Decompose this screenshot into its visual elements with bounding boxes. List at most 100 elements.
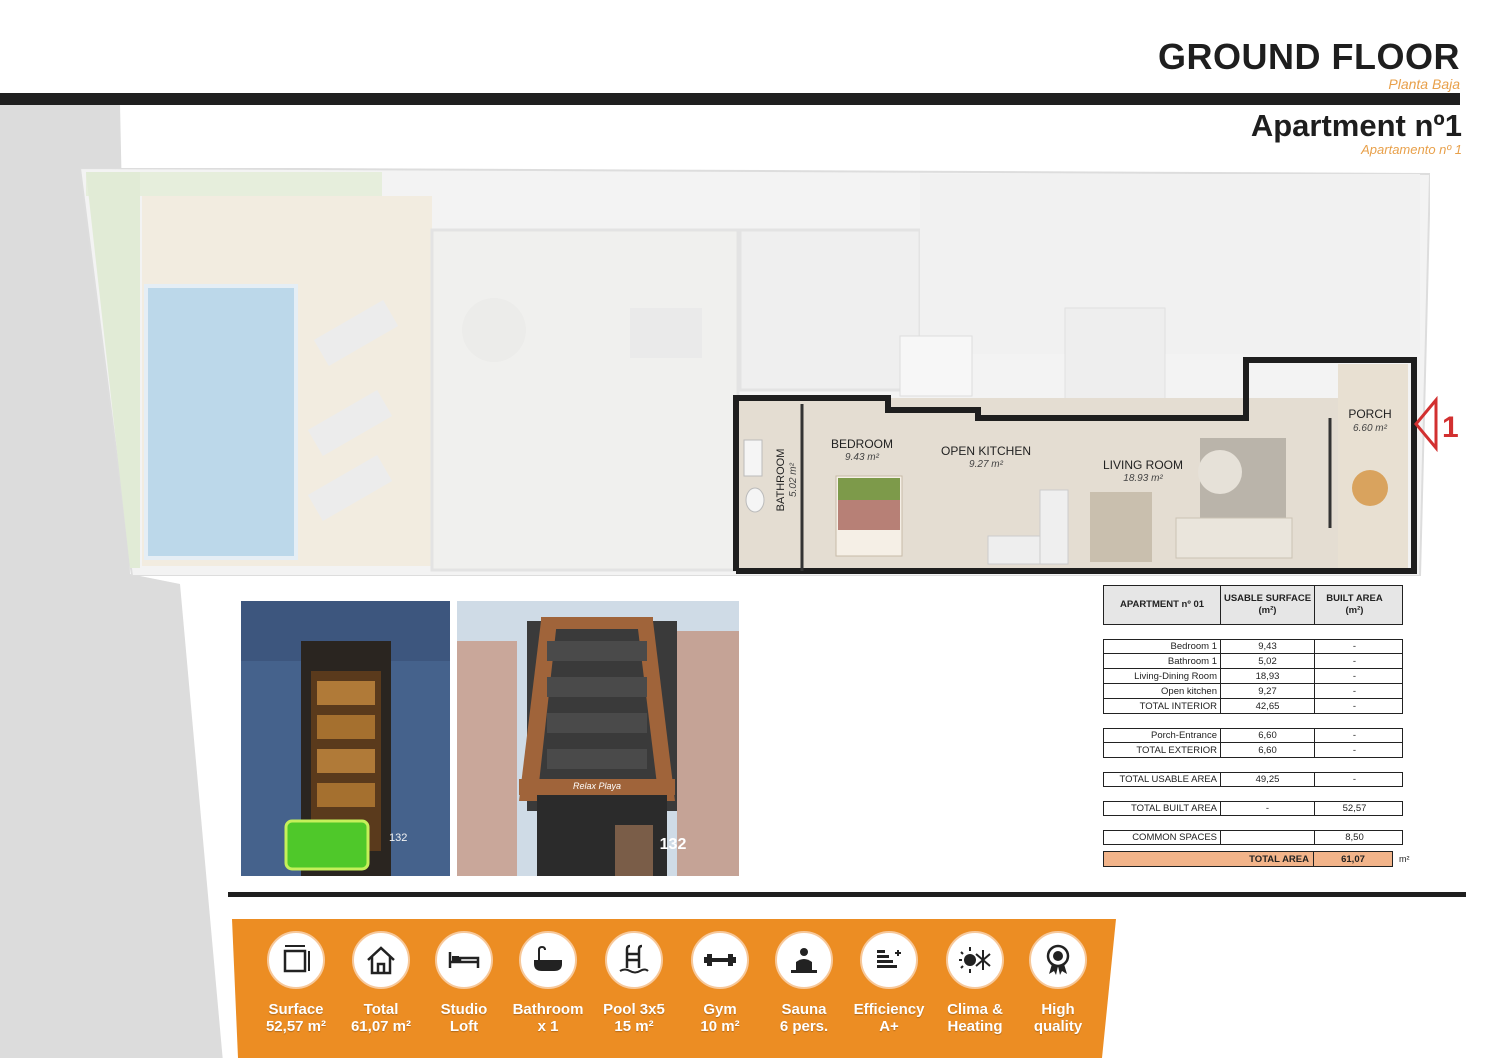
table-row-common-spaces: COMMON SPACES 8,50 [1103,830,1403,845]
feature-studio: Studio Loft [419,931,509,1035]
row-label: TOTAL BUILT AREA [1104,802,1221,815]
building-day-photo: Relax Playa 132 [457,601,739,876]
table-row-total-exterior: TOTAL EXTERIOR 6,60 - [1103,743,1403,758]
row-usable: 6,60 [1221,743,1315,757]
row-built: - [1352,700,1357,712]
row-built: 52,57 [1342,803,1367,814]
floor-title-block: GROUND FLOOR Planta Baja [1158,36,1460,92]
row-usable: 9,43 [1221,640,1315,653]
features-bar: Surface 52,57 m² Total 61,07 m² Studio Loft… [232,919,1116,1058]
row-built: 8,50 [1345,832,1364,843]
day-render-sign: Relax Playa [573,781,621,791]
feature-bathroom: Bathroom x 1 [503,931,593,1035]
row-usable: 6,60 [1221,729,1315,742]
feature-gym-value: 10 m² [700,1018,740,1035]
row-built: - [1352,730,1357,741]
feature-efficiency: Efficiency A+ [844,931,934,1035]
row-built: - [1352,744,1357,756]
apartment-title: Apartment nº1 [1250,108,1462,143]
feature-total-value: 61,07 m² [350,1018,412,1035]
total-area-value: 61,07 [1314,851,1393,867]
climate-icon [959,947,991,973]
feature-pool-title: Pool 3x5 [603,1001,665,1018]
house-icon [367,946,395,975]
feature-pool-value: 15 m² [614,1018,654,1035]
area-table-header: APARTMENT nº 01 USABLE SURFACE (m²) BUIL… [1103,585,1403,625]
feature-gym-title: Gym [703,1001,737,1018]
room-label-porch: PORCH [1348,407,1391,421]
apartment-subtitle: Apartamento nº 1 [1361,142,1462,157]
feature-bathroom-value: x 1 [537,1018,559,1035]
table-row-total-area: TOTAL AREA 61,07 m² [1103,851,1410,867]
floor-subtitle: Planta Baja [1388,76,1460,92]
row-label: TOTAL EXTERIOR [1104,743,1221,757]
area-table: APARTMENT nº 01 USABLE SURFACE (m²) BUIL… [1103,585,1410,867]
table-row: Living-Dining Room 18,93 - [1103,669,1403,684]
day-render-number: 132 [660,836,687,853]
efficiency-icon [877,950,901,968]
feature-surface-title: Surface [268,1001,324,1018]
feature-efficiency-value: A+ [879,1018,899,1035]
room-area-bedroom: 9.43 m² [845,452,880,463]
entrance-marker-icon: 1 [1414,396,1459,452]
row-usable: 42,65 [1221,699,1315,713]
row-built: - [1352,655,1357,667]
room-label-bathroom: BATHROOM [775,449,787,512]
bed-icon [448,952,480,968]
table-row-total-usable: TOTAL USABLE AREA 49,25 - [1103,772,1403,787]
row-label: TOTAL INTERIOR [1104,699,1221,713]
total-area-unit: m² [1399,854,1410,864]
feature-efficiency-title: Efficiency [853,1001,925,1018]
table-row-total-interior: TOTAL INTERIOR 42,65 - [1103,699,1403,714]
table-row: Open kitchen 9,27 - [1103,684,1403,699]
apartment-title-block: Apartment nº1 Apartamento nº 1 [1251,108,1462,157]
sauna-icon [791,948,817,973]
room-label-living: LIVING ROOM [1103,458,1183,472]
room-label-kitchen: OPEN KITCHEN [941,444,1031,458]
svg-text:132: 132 [389,832,407,844]
row-usable: 5,02 [1221,654,1315,668]
feature-total: Total 61,07 m² [336,931,426,1035]
bottom-divider [228,892,1466,897]
feature-sauna-title: Sauna [781,1001,827,1018]
feature-bathroom-title: Bathroom [512,1001,584,1018]
feature-climate-value: Heating [947,1018,1003,1035]
row-label: COMMON SPACES [1104,831,1221,844]
row-usable: 9,27 [1221,684,1315,698]
row-built: - [1352,685,1357,697]
floor-title: GROUND FLOOR [1158,36,1460,77]
table-row: Bathroom 1 5,02 - [1103,654,1403,669]
feature-studio-value: Loft [449,1018,479,1035]
feature-studio-title: Studio [440,1001,488,1018]
header-built-area: BUILT AREA (m²) [1326,593,1383,616]
row-usable: - [1221,802,1315,815]
feature-surface-value: 52,57 m² [265,1018,327,1035]
pool-shape [144,284,298,560]
row-built: - [1352,774,1357,785]
total-area-label: TOTAL AREA [1103,851,1314,867]
table-row: Porch-Entrance 6,60 - [1103,728,1403,743]
header-usable-surface: USABLE SURFACE (m²) [1221,586,1315,624]
row-usable [1221,831,1315,844]
night-render-image: 132 [241,601,450,876]
feature-climate-title: Clima & [947,1001,1003,1018]
feature-sauna: Sauna 6 pers. [759,931,849,1035]
feature-quality-title: High [1041,1001,1075,1018]
top-divider [0,93,1460,105]
floor-plan-drawing: BEDROOM 9.43 m² OPEN KITCHEN 9.27 m² LIV… [80,168,1430,576]
surface-icon [283,945,310,973]
feature-sauna-value: 6 pers. [779,1018,829,1035]
row-built: - [1352,641,1357,652]
row-built: - [1352,670,1357,682]
header-apartment: APARTMENT nº 01 [1104,586,1221,624]
row-label: Porch-Entrance [1104,729,1221,742]
row-label: Bathroom 1 [1104,654,1221,668]
table-row: Bedroom 1 9,43 - [1103,639,1403,654]
row-usable: 18,93 [1221,669,1315,683]
feature-pool: Pool 3x5 15 m² [589,931,679,1035]
feature-climate: Clima & Heating [930,931,1020,1035]
row-label: Bedroom 1 [1104,640,1221,653]
feature-surface: Surface 52,57 m² [251,931,341,1035]
bathtub-icon [534,945,562,971]
feature-quality: High quality [1013,931,1103,1035]
